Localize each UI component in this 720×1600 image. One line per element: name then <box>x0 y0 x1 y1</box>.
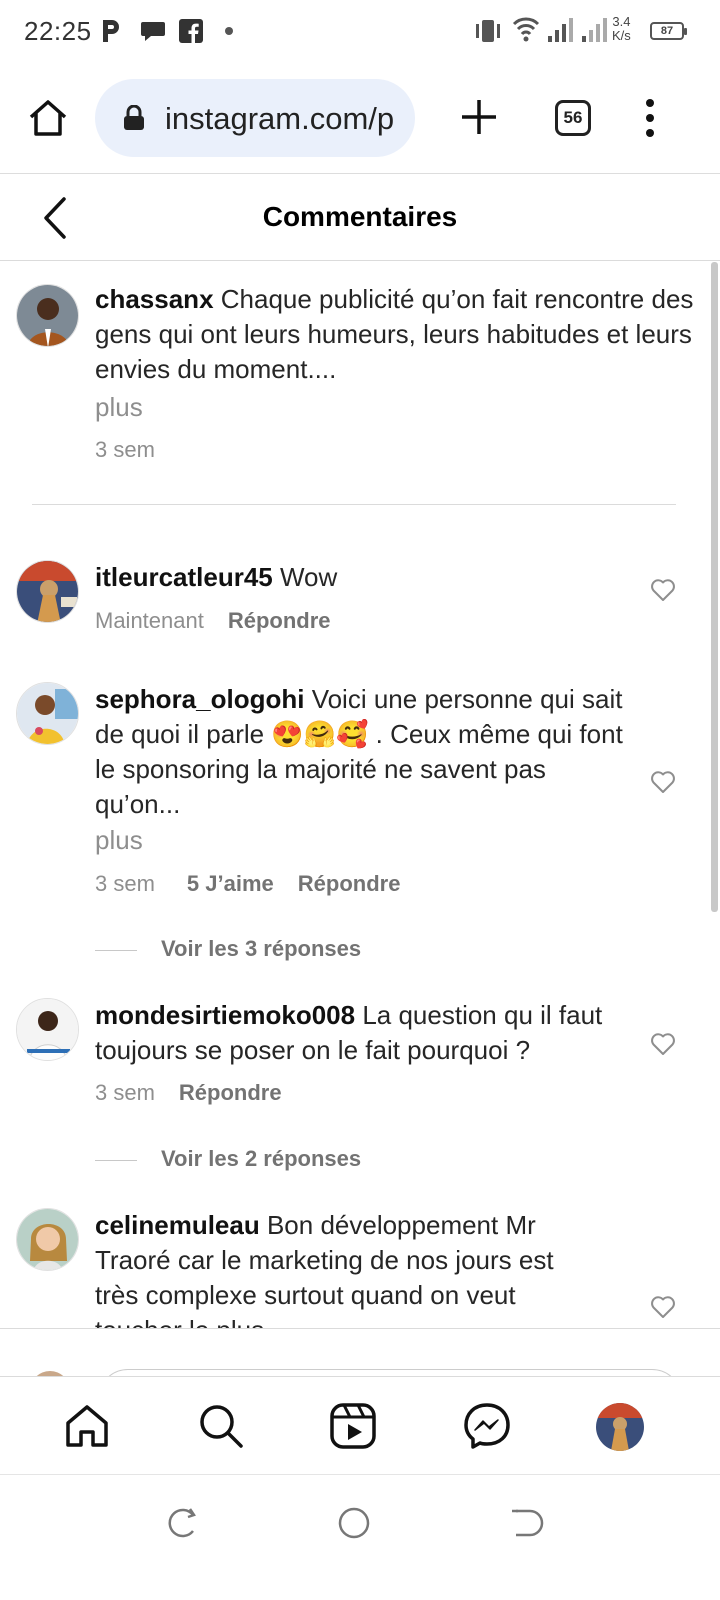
url-text[interactable]: instagram.com/p <box>165 101 399 137</box>
more-link[interactable]: plus <box>95 825 143 856</box>
home-nav-icon[interactable] <box>336 1505 372 1541</box>
new-tab-icon[interactable] <box>458 96 500 138</box>
comment-time: 3 sem <box>95 871 155 896</box>
browser-home-icon[interactable] <box>26 96 70 140</box>
comment-username[interactable]: sephora_ologohi <box>95 684 304 714</box>
comment-text: sephora_ologohi Voici une personne qui s… <box>95 682 635 822</box>
reply-button[interactable]: Répondre <box>228 608 331 633</box>
comment-username[interactable]: chassanx <box>95 284 214 314</box>
comment-meta: 3 sem 5 J’aime Répondre <box>95 871 400 897</box>
heart-icon[interactable] <box>650 1032 676 1056</box>
home-tab-icon[interactable] <box>62 1401 112 1451</box>
comment-time: Maintenant <box>95 608 204 633</box>
status-bar: 22:25 3.4 K/s 87 <box>0 0 720 64</box>
wifi-icon <box>512 17 540 42</box>
signal-2-icon <box>582 18 607 42</box>
comment-input[interactable] <box>98 1369 682 1376</box>
avatar-image <box>17 999 78 1060</box>
more-link[interactable]: plus <box>95 392 143 423</box>
comments-list: chassanx Chaque publicité qu’on fait ren… <box>0 262 720 1328</box>
comment-text: celinemuleau Bon développement Mr Traoré… <box>95 1208 595 1328</box>
comment-time: 3 sem <box>95 437 155 462</box>
heart-icon[interactable] <box>650 770 676 794</box>
recent-apps-icon[interactable] <box>163 1505 199 1541</box>
comment-time: 3 sem <box>95 1080 155 1105</box>
dot-icon <box>225 27 233 35</box>
profile-tab-avatar[interactable] <box>596 1403 644 1451</box>
network-speed: 3.4 K/s <box>612 14 631 43</box>
comment-input-area <box>0 1328 720 1376</box>
comment-meta: 3 sem Répondre <box>95 1080 282 1106</box>
browser-toolbar: instagram.com/p 56 <box>0 64 720 174</box>
view-replies-link[interactable]: Voir les 2 réponses <box>95 1146 361 1172</box>
profile-image <box>596 1403 644 1451</box>
heart-icon[interactable] <box>650 1295 676 1319</box>
tab-switcher-button[interactable]: 56 <box>555 100 591 136</box>
signal-1-icon <box>548 18 573 42</box>
bottom-tab-bar <box>0 1376 720 1474</box>
avatar-image <box>17 1209 78 1270</box>
facebook-notification-icon <box>179 19 203 43</box>
more-menu-icon[interactable] <box>640 98 660 138</box>
system-nav-bar <box>0 1474 720 1600</box>
reels-tab-icon[interactable] <box>328 1401 378 1451</box>
lock-icon <box>124 105 144 130</box>
comment-text: mondesirtiemoko008 La question qu il fau… <box>95 998 635 1068</box>
reply-button[interactable]: Répondre <box>179 1080 282 1105</box>
avatar-image <box>17 561 78 622</box>
view-replies-link[interactable]: Voir les 3 réponses <box>95 936 361 962</box>
url-bar[interactable]: instagram.com/p <box>95 79 415 157</box>
messenger-tab-icon[interactable] <box>462 1401 512 1451</box>
chat-notification-icon <box>141 22 165 41</box>
p-notification-icon <box>103 20 119 42</box>
page-header: Commentaires <box>0 175 720 261</box>
comment-username[interactable]: mondesirtiemoko008 <box>95 1000 355 1030</box>
avatar[interactable] <box>16 560 79 623</box>
avatar-image <box>17 683 78 744</box>
comment-username[interactable]: itleurcatleur45 <box>95 562 273 592</box>
search-tab-icon[interactable] <box>196 1401 246 1451</box>
avatar[interactable] <box>16 998 79 1061</box>
caption-divider <box>32 504 676 505</box>
comment-body: Wow <box>272 562 338 592</box>
comment-meta: Maintenant Répondre <box>95 608 331 634</box>
heart-icon[interactable] <box>650 578 676 602</box>
avatar-image <box>17 285 78 346</box>
back-nav-icon[interactable] <box>508 1505 544 1541</box>
comment-meta: 3 sem <box>95 437 155 463</box>
battery-icon: 87 <box>650 22 687 40</box>
status-time: 22:25 <box>24 16 92 46</box>
page-title: Commentaires <box>262 201 458 232</box>
comment-username[interactable]: celinemuleau <box>95 1210 260 1240</box>
reply-button[interactable]: Répondre <box>298 871 401 896</box>
comment-text: itleurcatleur45 Wow <box>95 560 635 595</box>
avatar[interactable] <box>16 682 79 745</box>
likes-count[interactable]: 5 J’aime <box>187 871 274 896</box>
comment-text: chassanx Chaque publicité qu’on fait ren… <box>95 282 720 387</box>
avatar[interactable] <box>16 1208 79 1271</box>
vibrate-icon <box>476 20 500 42</box>
avatar[interactable] <box>16 284 79 347</box>
